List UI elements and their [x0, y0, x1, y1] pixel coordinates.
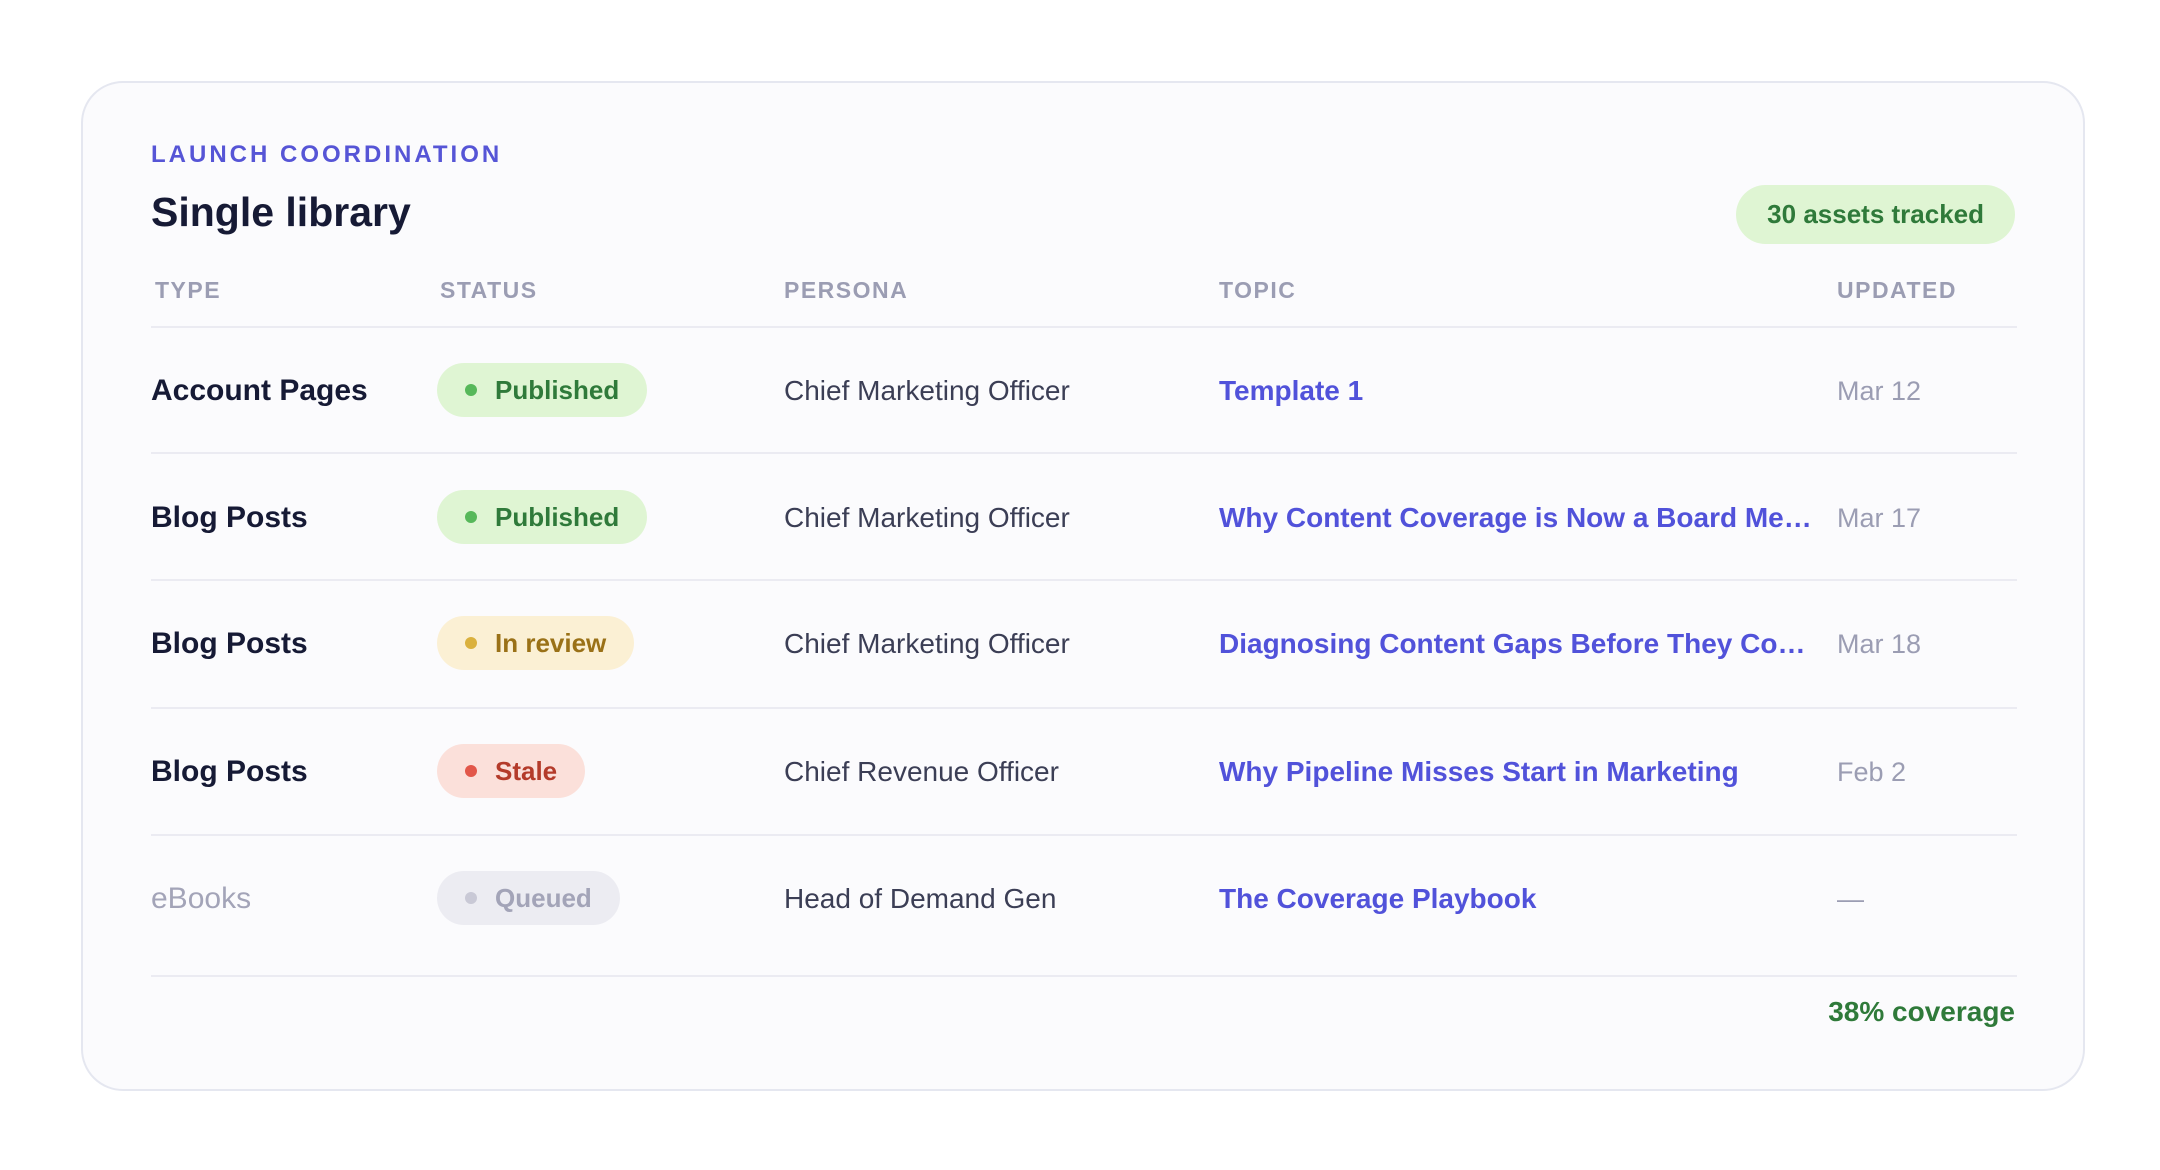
row-type: Account Pages — [151, 374, 368, 407]
table-row[interactable]: eBooks Queued Head of Demand Gen The Cov… — [83, 871, 2083, 925]
column-header-updated[interactable]: UPDATED — [1837, 277, 1957, 304]
column-header-status[interactable]: STATUS — [440, 277, 538, 304]
row-persona: Chief Marketing Officer — [784, 502, 1070, 533]
status-dot-icon — [465, 511, 477, 523]
status-label: Published — [495, 502, 620, 532]
status-badge: Queued — [437, 871, 620, 925]
status-dot-icon — [465, 892, 477, 904]
header-divider — [151, 326, 2017, 328]
topic-link[interactable]: Why Pipeline Misses Start in Marketing — [1219, 752, 1819, 792]
footer-divider — [151, 975, 2017, 977]
section-eyebrow: LAUNCH COORDINATION — [151, 141, 503, 168]
status-label: Queued — [495, 883, 592, 913]
topic-link[interactable]: Why Content Coverage is Now a Board Metr… — [1219, 498, 1819, 538]
row-type: Blog Posts — [151, 627, 308, 660]
row-persona: Chief Marketing Officer — [784, 375, 1070, 406]
row-updated: Mar 18 — [1837, 629, 1922, 659]
column-header-topic[interactable]: TOPIC — [1219, 277, 1296, 304]
topic-link[interactable]: Template 1 — [1219, 371, 1819, 411]
topic-link[interactable]: The Coverage Playbook — [1219, 879, 1819, 919]
column-header-type[interactable]: TYPE — [155, 277, 221, 304]
status-badge: Published — [437, 363, 648, 417]
library-card: LAUNCH COORDINATION Single library 30 as… — [81, 81, 2085, 1091]
row-persona: Chief Marketing Officer — [784, 628, 1070, 659]
assets-tracked-badge: 30 assets tracked — [1736, 185, 2015, 244]
row-persona: Chief Revenue Officer — [784, 756, 1059, 787]
row-updated: Mar 17 — [1837, 503, 1922, 533]
row-type: Blog Posts — [151, 501, 308, 534]
row-updated: — — [1837, 884, 1864, 914]
topic-link[interactable]: Diagnosing Content Gaps Before They Cost… — [1219, 624, 1819, 664]
row-divider — [151, 707, 2017, 709]
status-label: Published — [495, 375, 620, 405]
table-row[interactable]: Blog Posts In review Chief Marketing Off… — [83, 616, 2083, 670]
status-label: In review — [495, 628, 607, 658]
row-updated: Mar 12 — [1837, 376, 1922, 406]
row-type: Blog Posts — [151, 755, 308, 788]
row-updated: Feb 2 — [1837, 757, 1907, 787]
status-dot-icon — [465, 637, 477, 649]
page-title: Single library — [151, 189, 411, 235]
row-persona: Head of Demand Gen — [784, 883, 1057, 914]
column-header-persona[interactable]: PERSONA — [784, 277, 908, 304]
table-row[interactable]: Blog Posts Stale Chief Revenue Officer W… — [83, 744, 2083, 798]
status-badge: Published — [437, 490, 648, 544]
row-divider — [151, 834, 2017, 836]
status-badge: Stale — [437, 744, 586, 798]
table-row[interactable]: Blog Posts Published Chief Marketing Off… — [83, 490, 2083, 544]
status-badge: In review — [437, 616, 635, 670]
row-type: eBooks — [151, 882, 252, 915]
status-dot-icon — [465, 765, 477, 777]
status-label: Stale — [495, 756, 558, 786]
row-divider — [151, 579, 2017, 581]
table-row[interactable]: Account Pages Published Chief Marketing … — [83, 363, 2083, 417]
status-dot-icon — [465, 384, 477, 396]
row-divider — [151, 452, 2017, 454]
coverage-summary: 38% coverage — [1828, 996, 2015, 1027]
